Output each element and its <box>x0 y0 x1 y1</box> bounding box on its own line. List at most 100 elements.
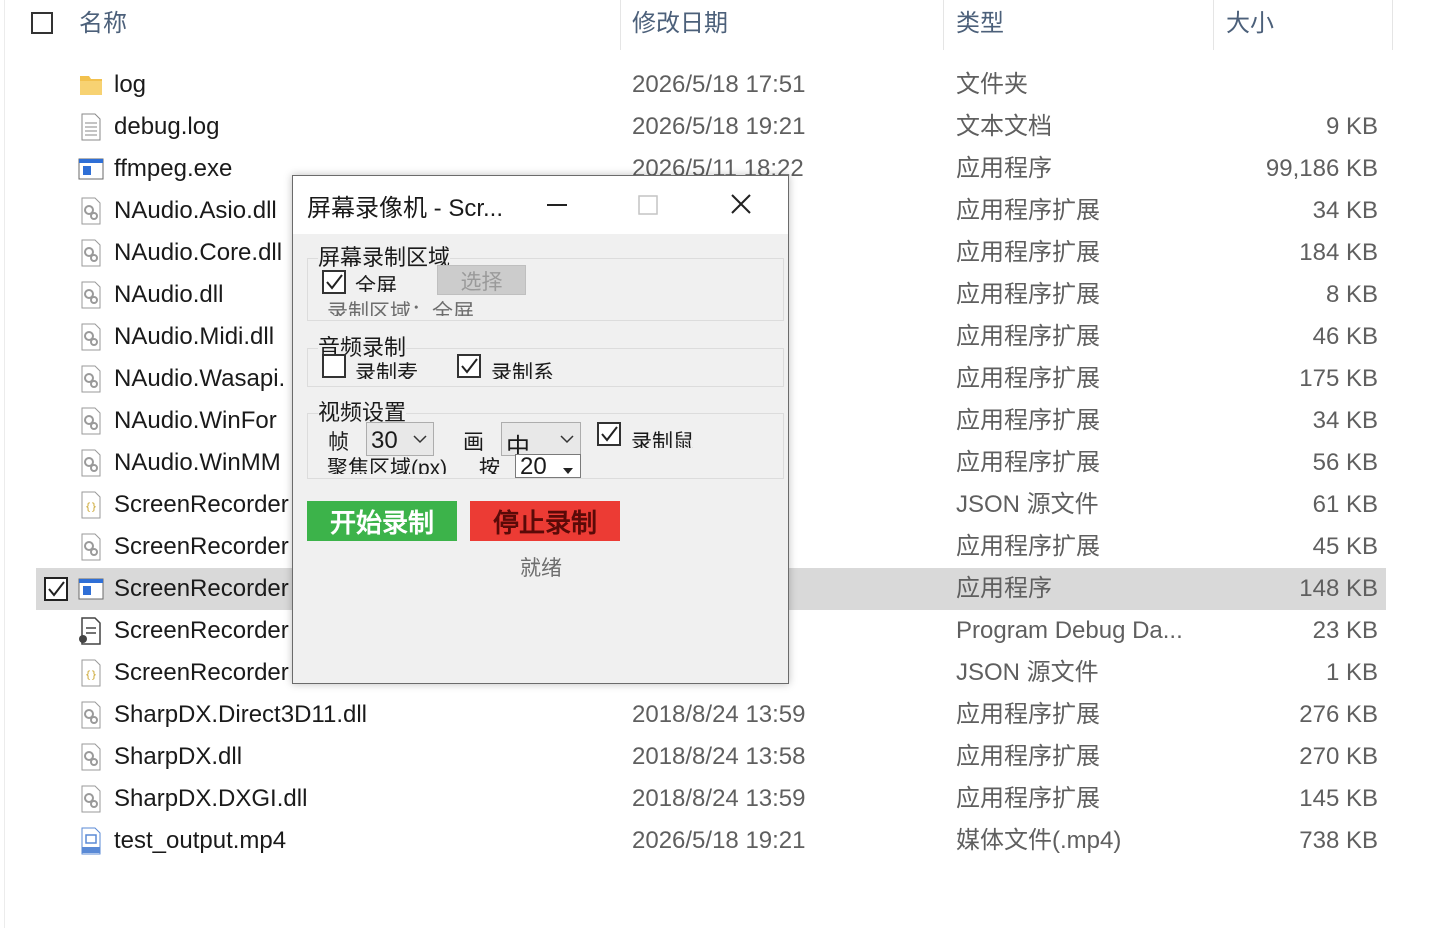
file-type: 应用程序扩展 <box>956 239 1100 266</box>
text-file-icon <box>76 112 106 142</box>
file-name: SharpDX.dll <box>114 743 243 770</box>
region-label-clip: 录制区域：全屏 <box>327 296 507 316</box>
pdb-file-icon <box>76 616 106 646</box>
file-name: NAudio.WinMM <box>114 449 281 476</box>
checkmark-icon <box>326 274 343 290</box>
column-divider[interactable] <box>1213 0 1214 50</box>
column-size-header[interactable]: 大小 <box>1226 0 1274 50</box>
file-type: 应用程序 <box>956 155 1052 182</box>
file-size: 34 KB <box>1312 407 1378 434</box>
spinner-down-icon[interactable] <box>562 467 574 475</box>
select-all-checkbox[interactable] <box>31 12 53 34</box>
window-title: 屏幕录像机 - Scr... <box>307 195 504 222</box>
exe-file-icon <box>76 154 106 184</box>
file-type: 应用程序扩展 <box>956 407 1100 434</box>
maximize-button <box>618 176 678 234</box>
file-type: 应用程序扩展 <box>956 323 1100 350</box>
file-date: 2018/8/24 13:59 <box>632 701 806 728</box>
json-file-icon: {} <box>76 658 106 688</box>
file-type: 媒体文件(.mp4) <box>956 827 1122 854</box>
focus-label-clip: 聚焦区域(px) <box>327 456 467 474</box>
file-type: JSON 源文件 <box>956 659 1099 686</box>
title-bar[interactable]: 屏幕录像机 - Scr... <box>293 176 788 234</box>
file-size: 270 KB <box>1299 743 1378 770</box>
focus-size-value: 20 <box>520 454 547 478</box>
row-checkbox[interactable] <box>44 577 68 601</box>
column-divider[interactable] <box>620 0 621 50</box>
file-type: 应用程序扩展 <box>956 281 1100 308</box>
file-size: 276 KB <box>1299 701 1378 728</box>
dll-file-icon <box>76 280 106 310</box>
column-divider[interactable] <box>1392 0 1393 50</box>
file-date: 2018/8/24 13:59 <box>632 785 806 812</box>
file-name: ScreenRecorder <box>114 575 289 602</box>
minimize-button[interactable] <box>527 176 587 234</box>
column-type-header[interactable]: 类型 <box>956 0 1004 50</box>
file-row[interactable]: SharpDX.DXGI.dll 2018/8/24 13:59 应用程序扩展 145… <box>36 778 1386 820</box>
focus-size-spinner[interactable]: 20 <box>515 454 581 478</box>
file-size: 8 KB <box>1325 281 1378 308</box>
file-name: NAudio.Wasapi. <box>114 365 286 392</box>
file-type: JSON 源文件 <box>956 491 1099 518</box>
maximize-icon <box>638 195 658 215</box>
close-button[interactable] <box>711 176 771 234</box>
focus-area-label: 聚焦区域(px) <box>327 457 448 474</box>
file-size: 23 KB <box>1312 617 1378 644</box>
key-label: 按 <box>479 457 500 474</box>
record-mic-label: 录制麦 <box>355 362 418 379</box>
dll-file-icon <box>76 238 106 268</box>
dll-file-icon <box>76 322 106 352</box>
chevron-down-icon <box>560 435 574 444</box>
record-system-label: 录制系 <box>491 362 554 379</box>
exe-file-icon <box>76 574 106 604</box>
select-region-button: 选择 <box>437 265 526 295</box>
key-label-clip: 按 <box>479 454 503 474</box>
record-system-checkbox[interactable] <box>457 354 481 378</box>
file-date: 2026/5/18 19:21 <box>632 827 806 854</box>
screen-recorder-window: 屏幕录像机 - Scr... 屏幕录制区域 全屏 选择 录制区域：全屏 音频录制… <box>292 175 789 684</box>
file-size: 99,186 KB <box>1265 155 1378 182</box>
record-cursor-checkbox[interactable] <box>597 422 621 446</box>
folder-icon <box>76 70 106 100</box>
file-size: 56 KB <box>1312 449 1378 476</box>
file-row[interactable]: debug.log 2026/5/18 19:21 文本文档 9 KB <box>36 106 1386 148</box>
fullscreen-checkbox[interactable] <box>322 270 346 294</box>
system-label-clip: 录制系 <box>491 357 571 379</box>
file-size: 1 KB <box>1325 659 1378 686</box>
file-row[interactable]: log 2026/5/18 17:51 文件夹 <box>36 64 1386 106</box>
fps-label: 帧 <box>328 431 349 454</box>
file-date: 2018/8/24 13:58 <box>632 743 806 770</box>
dll-file-icon <box>76 448 106 478</box>
file-size: 34 KB <box>1312 197 1378 224</box>
column-header: 名称 ⌃ 修改日期 类型 大小 <box>0 0 1452 50</box>
file-type: 应用程序扩展 <box>956 197 1100 224</box>
file-row[interactable]: test_output.mp4 2026/5/18 19:21 媒体文件(.mp4)… <box>36 820 1386 862</box>
file-size: 175 KB <box>1299 365 1378 392</box>
record-mic-checkbox[interactable] <box>322 354 346 378</box>
fullscreen-label: 全屏 <box>355 275 397 292</box>
stop-recording-button[interactable]: 停止录制 <box>470 501 620 541</box>
left-border <box>4 0 5 928</box>
column-divider[interactable] <box>943 0 944 50</box>
mp4-file-icon <box>76 826 106 856</box>
file-name: ffmpeg.exe <box>114 155 233 182</box>
fps-dropdown[interactable]: 30 <box>366 422 434 456</box>
file-name: NAudio.Core.dll <box>114 239 283 266</box>
file-name: SharpDX.Direct3D11.dll <box>114 701 367 728</box>
column-date-header[interactable]: 修改日期 <box>632 0 728 50</box>
minimize-icon <box>547 204 567 206</box>
column-name-header[interactable]: 名称 <box>79 0 127 50</box>
file-type: 应用程序扩展 <box>956 701 1100 728</box>
file-name: NAudio.WinFor <box>114 407 277 434</box>
file-name: NAudio.Asio.dll <box>114 197 277 224</box>
start-recording-button[interactable]: 开始录制 <box>307 501 457 541</box>
file-type: Program Debug Da... <box>956 617 1183 644</box>
region-label: 录制区域：全屏 <box>327 301 474 316</box>
file-type: 文件夹 <box>956 71 1028 98</box>
checkmark-icon <box>48 581 65 597</box>
file-type: 应用程序扩展 <box>956 785 1100 812</box>
file-row[interactable]: SharpDX.Direct3D11.dll 2018/8/24 13:59 应用程… <box>36 694 1386 736</box>
mic-label-clip: 录制麦 <box>355 357 435 379</box>
quality-dropdown[interactable]: 中 <box>501 422 581 456</box>
file-row[interactable]: SharpDX.dll 2018/8/24 13:58 应用程序扩展 270 KB <box>36 736 1386 778</box>
